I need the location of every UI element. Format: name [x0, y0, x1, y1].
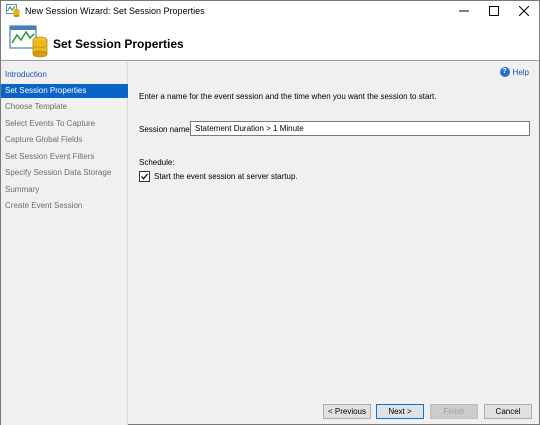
wizard-icon	[6, 4, 20, 17]
sidebar-item-capture-global-fields: Capture Global Fields	[5, 135, 83, 144]
wizard-window: New Session Wizard: Set Session Properti…	[0, 0, 540, 425]
main-panel: ? Help Enter a name for the event sessio…	[129, 62, 539, 397]
sidebar-item-choose-template: Choose Template	[5, 102, 68, 111]
sidebar-item-select-events: Select Events To Capture	[5, 119, 96, 128]
window-title: New Session Wizard: Set Session Properti…	[25, 6, 205, 16]
sidebar-item-introduction[interactable]: Introduction	[1, 68, 128, 82]
sidebar-item-create-event-session: Create Event Session	[5, 201, 83, 210]
maximize-icon	[489, 6, 499, 16]
wizard-steps-nav: Introduction Set Session Properties Choo…	[1, 62, 128, 425]
maximize-button[interactable]	[479, 1, 509, 21]
sidebar-item-summary: Summary	[5, 185, 40, 194]
sidebar-item-session-event-filters: Set Session Event Filters	[5, 152, 95, 161]
checkmark-icon	[141, 173, 148, 180]
page-title: Set Session Properties	[53, 37, 184, 51]
previous-button[interactable]: < Previous	[323, 404, 371, 419]
start-at-startup-checkbox[interactable]	[139, 171, 150, 182]
session-wizard-icon	[9, 25, 48, 58]
next-button[interactable]: Next >	[376, 404, 424, 419]
close-button[interactable]	[509, 1, 539, 21]
title-bar: New Session Wizard: Set Session Properti…	[1, 1, 539, 21]
minimize-icon	[459, 10, 469, 12]
header-banner: Set Session Properties	[1, 21, 539, 61]
session-name-input[interactable]	[190, 121, 530, 136]
finish-button: Finish	[430, 404, 478, 419]
sidebar-item-set-session-properties[interactable]: Set Session Properties	[1, 84, 128, 98]
cancel-button[interactable]: Cancel	[484, 404, 532, 419]
help-link[interactable]: ? Help	[499, 67, 529, 77]
intro-text: Enter a name for the event session and t…	[139, 92, 437, 101]
schedule-label: Schedule:	[139, 158, 175, 167]
help-icon: ?	[499, 67, 510, 77]
session-name-label: Session name:	[139, 125, 192, 134]
close-icon	[519, 6, 529, 16]
sidebar-item-session-data-storage: Specify Session Data Storage	[5, 168, 112, 177]
start-at-startup-label[interactable]: Start the event session at server startu…	[154, 172, 298, 181]
minimize-button[interactable]	[449, 1, 479, 21]
help-label: Help	[512, 67, 529, 77]
